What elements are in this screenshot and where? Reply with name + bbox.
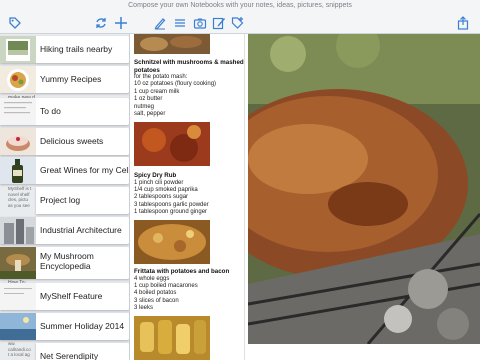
ingredient-line: 3 tablespoons garlic powder (134, 201, 209, 208)
note-title: My Mushroom Encyclopedia (40, 251, 94, 271)
app-tagline: Compose your own Notebooks with your not… (128, 2, 352, 9)
note-title: Summer Holiday 2014 (40, 321, 125, 331)
note-title: To do (40, 106, 61, 116)
note-title: Net Serendipity (40, 351, 99, 360)
list-icon[interactable] (173, 16, 187, 30)
ingredient-line: 4 whole eggs (134, 275, 170, 282)
recipe-title: Spicy Dry Rub (134, 172, 177, 179)
recipe-photo-potatoes (134, 316, 210, 360)
note-hero-image (248, 34, 480, 344)
note-title: Industrial Architecture (40, 225, 122, 235)
thumbnail-caption: MyShelf is t novel shelf cles, pictu as … (8, 186, 32, 208)
ingredient-line: 1 pinch cili powder (134, 179, 184, 186)
ingredient-line: salt, pepper (134, 111, 166, 118)
ingredient-line: nutmeg (134, 103, 155, 110)
list-item[interactable]: Net Serendipity (36, 343, 129, 360)
note-thumbnail (0, 128, 36, 155)
note-thumbnail (0, 313, 36, 340)
sync-icon[interactable] (94, 16, 108, 30)
thumbnail-caption: ww. callrandi.co t a local ag (8, 341, 31, 357)
ingredient-line: 3 leeks (134, 305, 154, 312)
ingredient-line: 1 cup boiled macarones (134, 282, 198, 289)
list-item[interactable]: My Mushroom Encyclopedia (0, 247, 129, 279)
ingredient-line: 1/4 cup smoked paprika (134, 186, 198, 193)
note-title: Great Wines for my Cellar (40, 165, 130, 175)
recipe-photo-rub (134, 122, 210, 166)
note-thumbnail (0, 98, 36, 125)
tag-plus-icon[interactable] (231, 16, 245, 30)
list-item[interactable]: Delicious sweets (0, 128, 129, 155)
notebook-list: Hiking trails nearby Yummy Recipes make … (0, 34, 130, 360)
note-title: Hiking trails nearby (40, 44, 113, 54)
list-item[interactable]: Hiking trails nearby (0, 36, 129, 63)
ingredient-line: 1 oz butter (134, 96, 163, 103)
list-item[interactable]: Industrial Architecture (0, 217, 129, 244)
list-item[interactable]: Project log (36, 187, 129, 214)
note-thumbnail (0, 36, 36, 63)
note-thumbnail (0, 283, 36, 310)
ingredient-line: 10 oz potatoes (floury cooking) (134, 81, 217, 88)
camera-icon[interactable] (193, 16, 207, 30)
ingredient-line: for the potato mash: (134, 74, 188, 80)
recipe-title: Schnitzel with mushrooms & mashed potato… (134, 59, 244, 74)
recipe-block: Schnitzel with mushrooms & mashed potato… (134, 59, 244, 118)
recipe-photo-top (134, 34, 210, 54)
note-thumbnail (0, 247, 36, 279)
add-icon[interactable] (114, 16, 128, 30)
list-item[interactable]: Summer Holiday 2014 (0, 313, 129, 340)
ingredient-line: 4 boiled potatos (134, 290, 177, 297)
ingredient-line: 2 tablespoons sugar (134, 194, 189, 201)
note-thumbnail (0, 66, 36, 93)
ingredient-line: 3 slices of bacon (134, 297, 179, 304)
note-title: Delicious sweets (40, 136, 104, 146)
list-item[interactable]: Yummy Recipes (0, 66, 129, 93)
pencil-icon[interactable] (153, 16, 167, 30)
ingredient-line: 1 cup cream milk (134, 88, 180, 95)
top-toolbar: Compose your own Notebooks with your not… (0, 0, 480, 34)
note-thumbnail (0, 217, 36, 244)
list-item[interactable]: To do (0, 98, 129, 125)
recipe-photo-frittata (134, 220, 210, 264)
list-item[interactable]: MyShelf Feature (0, 283, 129, 310)
tag-icon[interactable] (8, 16, 22, 30)
edit-note-icon[interactable] (212, 16, 226, 30)
ingredient-line: 1 tablespoon ground ginger (134, 209, 208, 216)
note-title: Yummy Recipes (40, 74, 102, 84)
note-thumbnail (0, 157, 36, 184)
note-title: MyShelf Feature (40, 291, 103, 301)
recipe-block: Frittata with potatoes and bacon 4 whole… (134, 268, 244, 313)
note-document[interactable]: Schnitzel with mushrooms & mashed potato… (130, 34, 245, 360)
recipe-title: Frittata with potatoes and bacon (134, 268, 230, 275)
note-title: Project log (40, 195, 81, 205)
recipe-block: Spicy Dry Rub 1 pinch cili powder 1/4 cu… (134, 172, 244, 217)
share-icon[interactable] (456, 16, 470, 30)
list-item[interactable]: Great Wines for my Cellar (0, 157, 130, 184)
